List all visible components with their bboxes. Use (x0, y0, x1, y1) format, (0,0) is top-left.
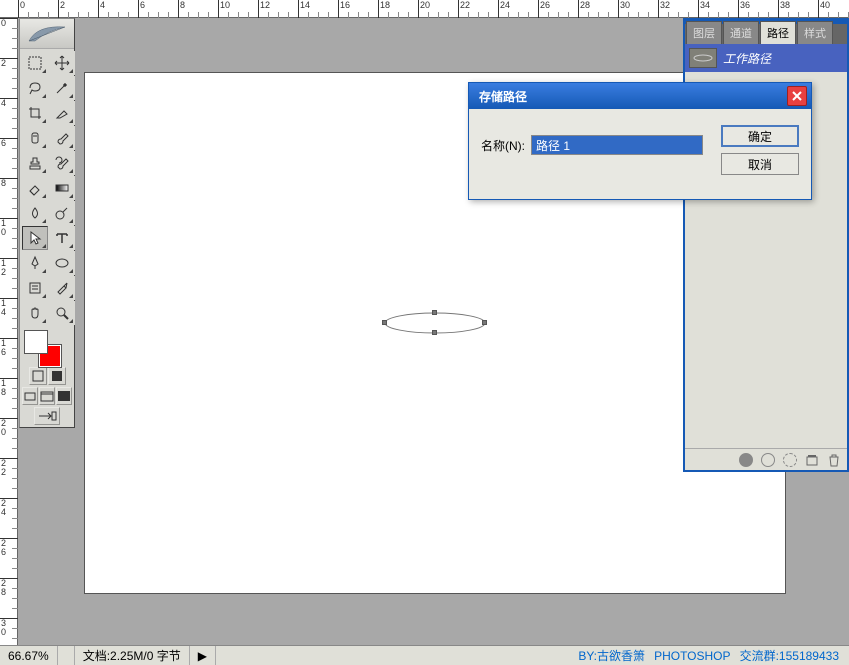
notes-tool[interactable] (22, 276, 48, 300)
eraser-tool[interactable] (22, 176, 48, 200)
delete-path-icon[interactable] (827, 453, 841, 467)
dialog-close-button[interactable] (787, 86, 807, 106)
marquee-tool[interactable] (22, 51, 48, 75)
healing-tool[interactable] (22, 126, 48, 150)
gradient-tool[interactable] (49, 176, 75, 200)
panel-footer (685, 448, 847, 470)
name-label: 名称(N): (481, 137, 525, 154)
blur-tool[interactable] (22, 201, 48, 225)
ellipse-tool[interactable] (49, 251, 75, 275)
dialog-titlebar[interactable]: 存储路径 (469, 83, 811, 109)
move-tool[interactable] (49, 51, 75, 75)
tab-layers[interactable]: 图层 (686, 21, 722, 44)
path-select-tool[interactable] (22, 226, 48, 250)
screen-full-menu-button[interactable] (39, 387, 55, 405)
path-name-input[interactable] (531, 135, 703, 155)
path-item-name: 工作路径 (723, 50, 771, 67)
path-anchor-top[interactable] (432, 310, 437, 315)
quickmask-on-button[interactable] (48, 367, 66, 385)
document-size[interactable]: 文档:2.25M/0 字节 (75, 646, 190, 665)
toolbox-misc (20, 365, 74, 427)
path-anchor-left[interactable] (382, 320, 387, 325)
toolbox-panel (19, 18, 75, 428)
lasso-tool[interactable] (22, 76, 48, 100)
dialog-button-column: 确定 取消 (721, 125, 799, 175)
tool-grid (20, 49, 74, 327)
dialog-form: 名称(N): (481, 125, 709, 155)
stamp-tool[interactable] (22, 151, 48, 175)
tab-paths[interactable]: 路径 (760, 21, 796, 44)
status-gap (58, 646, 75, 665)
magic-wand-tool[interactable] (49, 76, 75, 100)
status-arrow[interactable]: ▶ (190, 646, 216, 665)
color-swatches (20, 327, 74, 365)
zoom-tool[interactable] (49, 301, 75, 325)
horizontal-ruler: 0246810121416182022242628303234363840 (0, 0, 849, 18)
path-anchor-bottom[interactable] (432, 330, 437, 335)
brush-tool[interactable] (49, 126, 75, 150)
fill-path-icon[interactable] (739, 453, 753, 467)
dodge-tool[interactable] (49, 201, 75, 225)
stroke-path-icon[interactable] (761, 453, 775, 467)
vertical-ruler: 024681012141618202224262830 (0, 18, 18, 645)
dialog-title-text: 存储路径 (479, 88, 527, 105)
quickmask-off-button[interactable] (29, 367, 47, 385)
toolbox-header (20, 19, 74, 49)
path-anchor-right[interactable] (482, 320, 487, 325)
dialog-body: 名称(N): 确定 取消 (469, 109, 811, 199)
close-icon (791, 90, 803, 102)
tab-channels[interactable]: 通道 (723, 21, 759, 44)
screen-standard-button[interactable] (22, 387, 38, 405)
photoshop-feather-icon (27, 23, 67, 45)
path-to-selection-icon[interactable] (783, 453, 797, 467)
save-path-dialog: 存储路径 名称(N): 确定 取消 (468, 82, 812, 200)
slice-tool[interactable] (49, 101, 75, 125)
path-list-item[interactable]: 工作路径 (685, 44, 847, 72)
cancel-button[interactable]: 取消 (721, 153, 799, 175)
panel-tab-bar: 图层 通道 路径 样式 (685, 24, 847, 44)
credit-text: BY:古欲香箫 PHOTOSHOP 交流群:155189433 (572, 647, 849, 664)
eyedropper-tool[interactable] (49, 276, 75, 300)
path-thumbnail (689, 48, 717, 68)
screen-full-button[interactable] (56, 387, 72, 405)
history-brush-tool[interactable] (49, 151, 75, 175)
foreground-color-swatch[interactable] (25, 331, 47, 353)
status-bar: 66.67% 文档:2.25M/0 字节 ▶ BY:古欲香箫 PHOTOSHOP… (0, 645, 849, 665)
new-path-icon[interactable] (805, 453, 819, 467)
crop-tool[interactable] (22, 101, 48, 125)
hand-tool[interactable] (22, 301, 48, 325)
pen-tool[interactable] (22, 251, 48, 275)
ellipse-path-shape[interactable] (385, 313, 485, 333)
type-tool[interactable] (49, 226, 75, 250)
jump-to-button[interactable] (34, 407, 60, 425)
tab-styles[interactable]: 样式 (797, 21, 833, 44)
zoom-level[interactable]: 66.67% (0, 646, 58, 665)
ok-button[interactable]: 确定 (721, 125, 799, 147)
